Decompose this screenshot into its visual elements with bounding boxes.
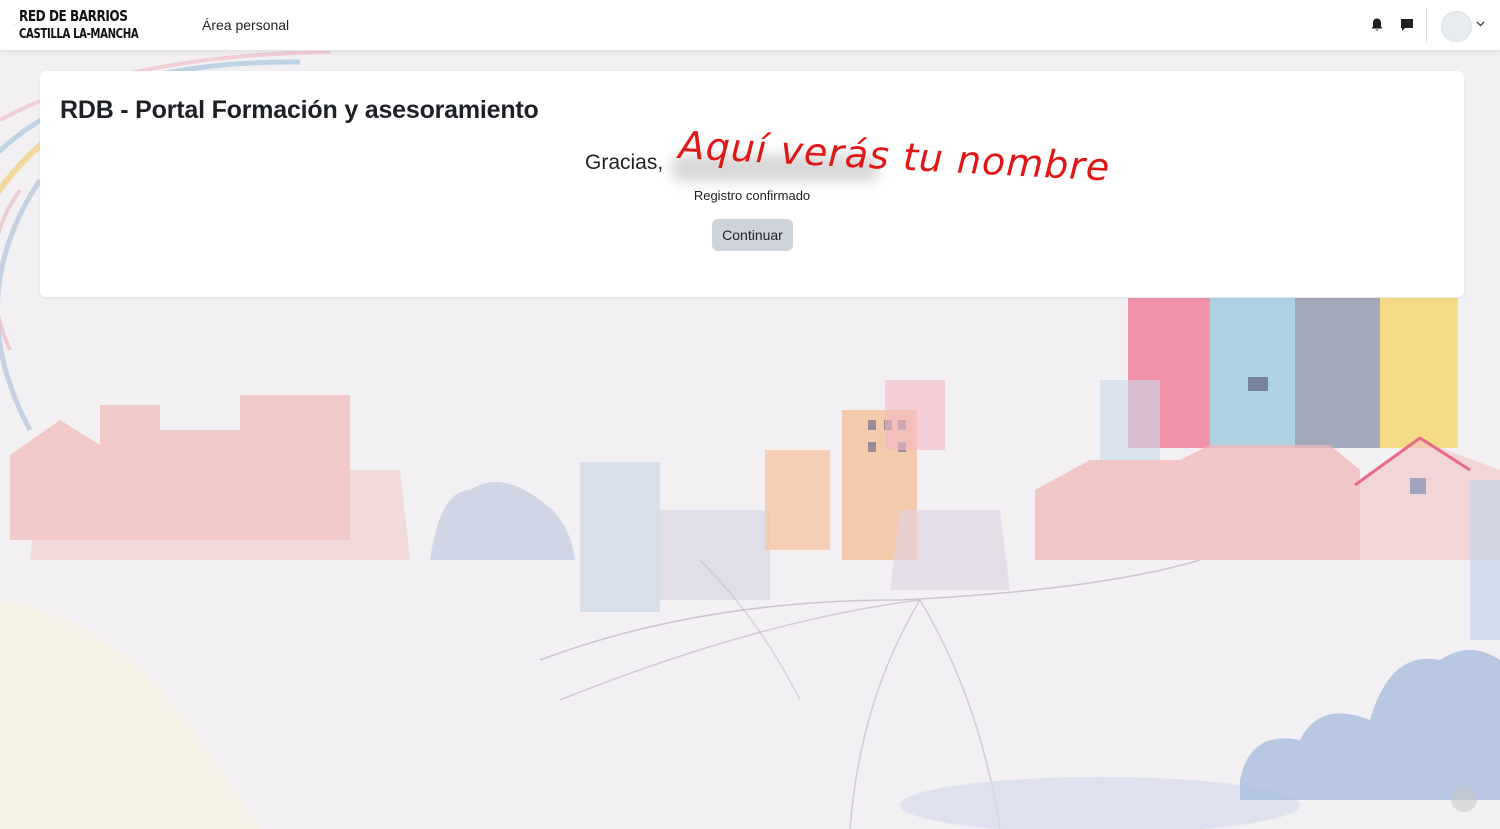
page-title: RDB - Portal Formación y asesoramiento	[60, 96, 539, 124]
greeting-text: Gracias,	[585, 151, 664, 174]
continue-button[interactable]: Continuar	[712, 219, 793, 251]
top-navbar: RED DE BARRIOS CASTILLA LA-MANCHA Área p…	[0, 0, 1500, 51]
logo-line2: CASTILLA LA-MANCHA	[19, 26, 139, 42]
bell-icon[interactable]	[1369, 17, 1385, 33]
main-card: RDB - Portal Formación y asesoramiento G…	[40, 71, 1464, 297]
confirmation-message: Registro confirmado	[693, 188, 811, 203]
personal-area-link[interactable]: Área personal	[202, 17, 289, 33]
logo-line1: RED DE BARRIOS	[19, 7, 128, 26]
site-logo[interactable]: RED DE BARRIOS CASTILLA LA-MANCHA	[14, 5, 172, 45]
logo-buildings-icon	[14, 24, 16, 26]
user-avatar[interactable]	[1441, 11, 1472, 42]
navbar-divider	[1426, 8, 1427, 42]
chevron-down-icon[interactable]	[1476, 21, 1485, 27]
chat-icon[interactable]	[1399, 17, 1415, 33]
logo-text: RED DE BARRIOS CASTILLA LA-MANCHA	[19, 9, 172, 41]
help-button[interactable]	[1451, 786, 1477, 812]
